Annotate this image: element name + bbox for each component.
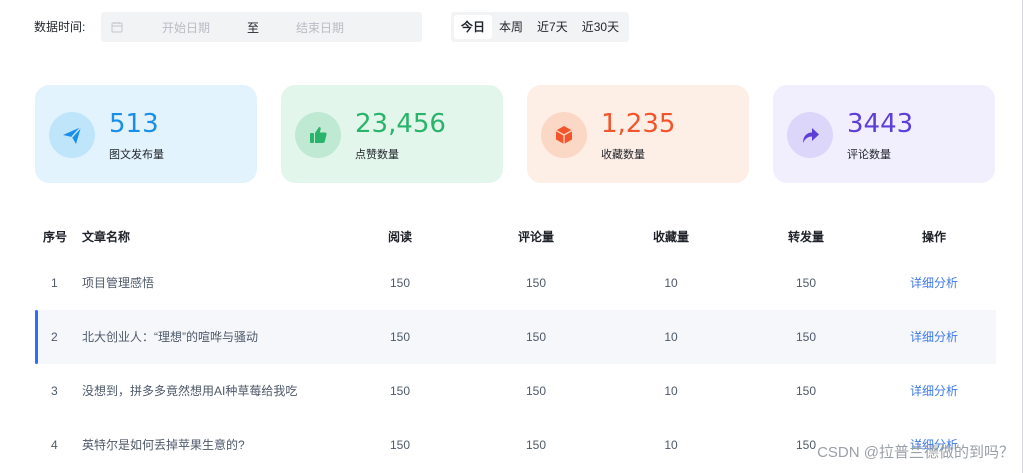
watermark: CSDN @拉普兰德做的到吗？ — [817, 444, 1014, 461]
column-header-shares: 转发量 — [787, 230, 824, 244]
row-comments: 150 — [525, 330, 547, 344]
stat-label: 图文发布量 — [109, 149, 164, 161]
calendar-icon — [111, 22, 123, 33]
table-row: 2 北大创业人：“理想”的喧哗与骚动 150 150 10 150 详细分析 — [35, 310, 996, 364]
row-title: 项目管理感悟 — [82, 276, 155, 290]
column-header-actions: 操作 — [921, 230, 946, 244]
row-title: 英特尔是如何丢掉苹果生意的? — [82, 438, 245, 452]
row-favorites: 10 — [664, 330, 678, 344]
row-selected-indicator — [35, 310, 38, 364]
stat-card-like-count: 23,456 点赞数量 — [281, 85, 503, 183]
date-range-picker[interactable]: 开始日期 至 结束日期 — [101, 12, 422, 42]
tab-this-week[interactable]: 本周 — [492, 15, 530, 39]
share-arrow-icon — [787, 112, 833, 158]
row-index: 4 — [51, 438, 58, 452]
thumbs-up-icon — [295, 112, 341, 158]
stat-value: 1,235 — [601, 109, 676, 139]
stat-value: 3443 — [847, 109, 914, 139]
stat-label: 收藏数量 — [601, 149, 645, 161]
column-header-favorites: 收藏量 — [652, 230, 689, 244]
row-comments: 150 — [525, 276, 547, 290]
row-title: 没想到，拼多多竟然想用AI种草莓给我吃 — [82, 384, 298, 398]
row-title: 北大创业人：“理想”的喧哗与骚动 — [82, 330, 258, 344]
stat-value: 513 — [109, 109, 159, 139]
row-index: 3 — [51, 384, 58, 398]
paper-plane-icon — [49, 112, 95, 158]
stat-label: 评论数量 — [847, 149, 891, 161]
row-index: 2 — [51, 330, 58, 344]
row-shares: 150 — [795, 384, 817, 398]
tab-last-30-days[interactable]: 近30天 — [575, 15, 626, 39]
detail-analysis-link[interactable]: 详细分析 — [904, 384, 964, 398]
tab-today[interactable]: 今日 — [454, 15, 493, 39]
table-row: 3 没想到，拼多多竟然想用AI种草莓给我吃 150 150 10 150 详细分… — [35, 364, 996, 418]
stat-label: 点赞数量 — [355, 149, 399, 161]
stat-card-favorite-count: 1,235 收藏数量 — [527, 85, 749, 183]
row-reads: 150 — [389, 438, 411, 452]
row-shares: 150 — [795, 276, 817, 290]
column-header-index: 序号 — [43, 230, 68, 244]
end-date-input[interactable]: 结束日期 — [296, 19, 344, 36]
stat-card-comment-count: 3443 评论数量 — [773, 85, 995, 183]
row-index: 1 — [51, 276, 58, 290]
table-row: 1 项目管理感悟 150 150 10 150 详细分析 — [35, 256, 996, 310]
tab-last-7-days[interactable]: 近7天 — [530, 15, 575, 39]
row-favorites: 10 — [664, 384, 678, 398]
row-comments: 150 — [525, 438, 547, 452]
detail-analysis-link[interactable]: 详细分析 — [904, 276, 964, 290]
row-comments: 150 — [525, 384, 547, 398]
stat-value: 23,456 — [355, 109, 446, 139]
start-date-input[interactable]: 开始日期 — [162, 19, 210, 36]
date-range-separator: 至 — [247, 21, 260, 35]
date-filter-label: 数据时间: — [34, 20, 86, 34]
detail-analysis-link[interactable]: 详细分析 — [904, 330, 964, 344]
row-shares: 150 — [795, 330, 817, 344]
article-analytics-page: 数据时间: 开始日期 至 结束日期 今日 本周 近7天 近30天 513 图文发… — [0, 0, 1023, 473]
box-icon — [541, 112, 587, 158]
column-header-reads: 阅读 — [387, 230, 412, 244]
row-reads: 150 — [389, 276, 411, 290]
row-reads: 150 — [389, 330, 411, 344]
row-favorites: 10 — [664, 276, 678, 290]
column-header-title: 文章名称 — [82, 230, 131, 244]
column-header-comments: 评论量 — [517, 230, 554, 244]
row-reads: 150 — [389, 384, 411, 398]
stat-card-publish-count: 513 图文发布量 — [35, 85, 257, 183]
row-favorites: 10 — [664, 438, 678, 452]
time-range-tabs: 今日 本周 近7天 近30天 — [451, 12, 630, 42]
